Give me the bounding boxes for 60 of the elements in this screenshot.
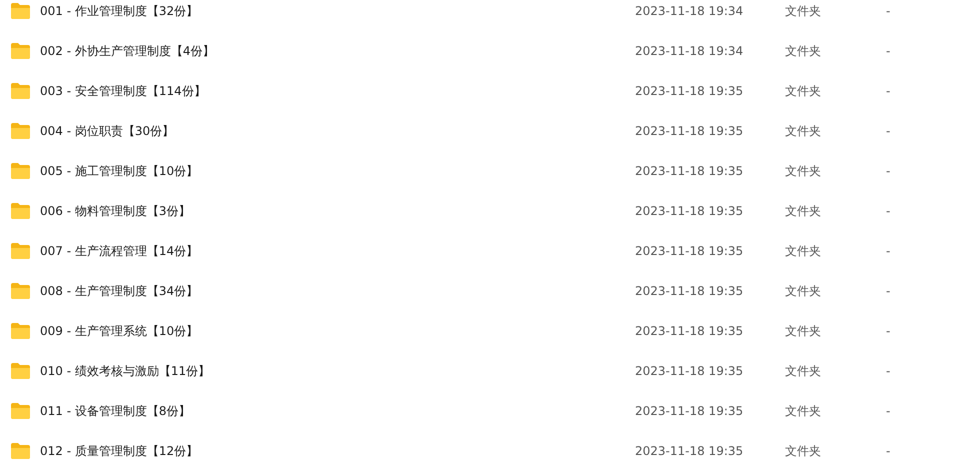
file-size: -: [886, 324, 892, 338]
file-name[interactable]: 003 - 安全管理制度【114份】: [40, 82, 635, 100]
file-name[interactable]: 009 - 生产管理系统【10份】: [40, 322, 635, 340]
file-size: -: [886, 364, 892, 378]
file-size: -: [886, 44, 892, 58]
modified-date: 2023-11-18 19:34: [635, 4, 744, 18]
modified-date: 2023-11-18 19:35: [635, 124, 744, 138]
modified-date: 2023-11-18 19:35: [635, 84, 744, 98]
folder-icon: [10, 42, 31, 60]
modified-date: 2023-11-18 19:35: [635, 204, 744, 218]
folder-icon: [10, 2, 31, 20]
file-type: 文件夹: [785, 162, 822, 180]
folder-icon: [10, 242, 31, 260]
modified-date: 2023-11-18 19:35: [635, 444, 744, 458]
file-type: 文件夹: [785, 42, 822, 60]
folder-icon: [10, 202, 31, 220]
file-type: 文件夹: [785, 2, 822, 20]
file-size: -: [886, 84, 892, 98]
file-size: -: [886, 244, 892, 258]
file-type: 文件夹: [785, 442, 822, 460]
file-name[interactable]: 001 - 作业管理制度【32份】: [40, 2, 635, 20]
file-name[interactable]: 002 - 外协生产管理制度【4份】: [40, 42, 635, 60]
file-size: -: [886, 444, 892, 458]
folder-icon: [10, 162, 31, 180]
file-size: -: [886, 204, 892, 218]
folder-icon: [10, 322, 31, 340]
file-name[interactable]: 005 - 施工管理制度【10份】: [40, 162, 635, 180]
file-name[interactable]: 010 - 绩效考核与激励【11份】: [40, 362, 635, 380]
folder-icon: [10, 362, 31, 380]
file-type: 文件夹: [785, 402, 822, 420]
file-size: -: [886, 4, 892, 18]
file-type: 文件夹: [785, 82, 822, 100]
file-type: 文件夹: [785, 282, 822, 300]
file-type: 文件夹: [785, 202, 822, 220]
file-name[interactable]: 006 - 物料管理制度【3份】: [40, 202, 635, 220]
file-size: -: [886, 124, 892, 138]
file-type: 文件夹: [785, 362, 822, 380]
file-type: 文件夹: [785, 242, 822, 260]
file-name[interactable]: 007 - 生产流程管理【14份】: [40, 242, 635, 260]
file-name[interactable]: 004 - 岗位职责【30份】: [40, 122, 635, 140]
file-type: 文件夹: [785, 122, 822, 140]
modified-date: 2023-11-18 19:35: [635, 364, 744, 378]
folder-icon: [10, 82, 31, 100]
file-name[interactable]: 012 - 质量管理制度【12份】: [40, 442, 635, 460]
modified-date: 2023-11-18 19:35: [635, 404, 744, 418]
modified-date: 2023-11-18 19:35: [635, 164, 744, 178]
modified-date: 2023-11-18 19:35: [635, 324, 744, 338]
folder-icon: [10, 122, 31, 140]
file-name[interactable]: 011 - 设备管理制度【8份】: [40, 402, 635, 420]
folder-icon: [10, 442, 31, 460]
file-name[interactable]: 008 - 生产管理制度【34份】: [40, 282, 635, 300]
file-size: -: [886, 164, 892, 178]
folder-icon: [10, 282, 31, 300]
modified-date: 2023-11-18 19:35: [635, 244, 744, 258]
modified-date: 2023-11-18 19:35: [635, 284, 744, 298]
folder-icon: [10, 402, 31, 420]
file-size: -: [886, 284, 892, 298]
file-type: 文件夹: [785, 322, 822, 340]
file-size: -: [886, 404, 892, 418]
modified-date: 2023-11-18 19:34: [635, 44, 744, 58]
